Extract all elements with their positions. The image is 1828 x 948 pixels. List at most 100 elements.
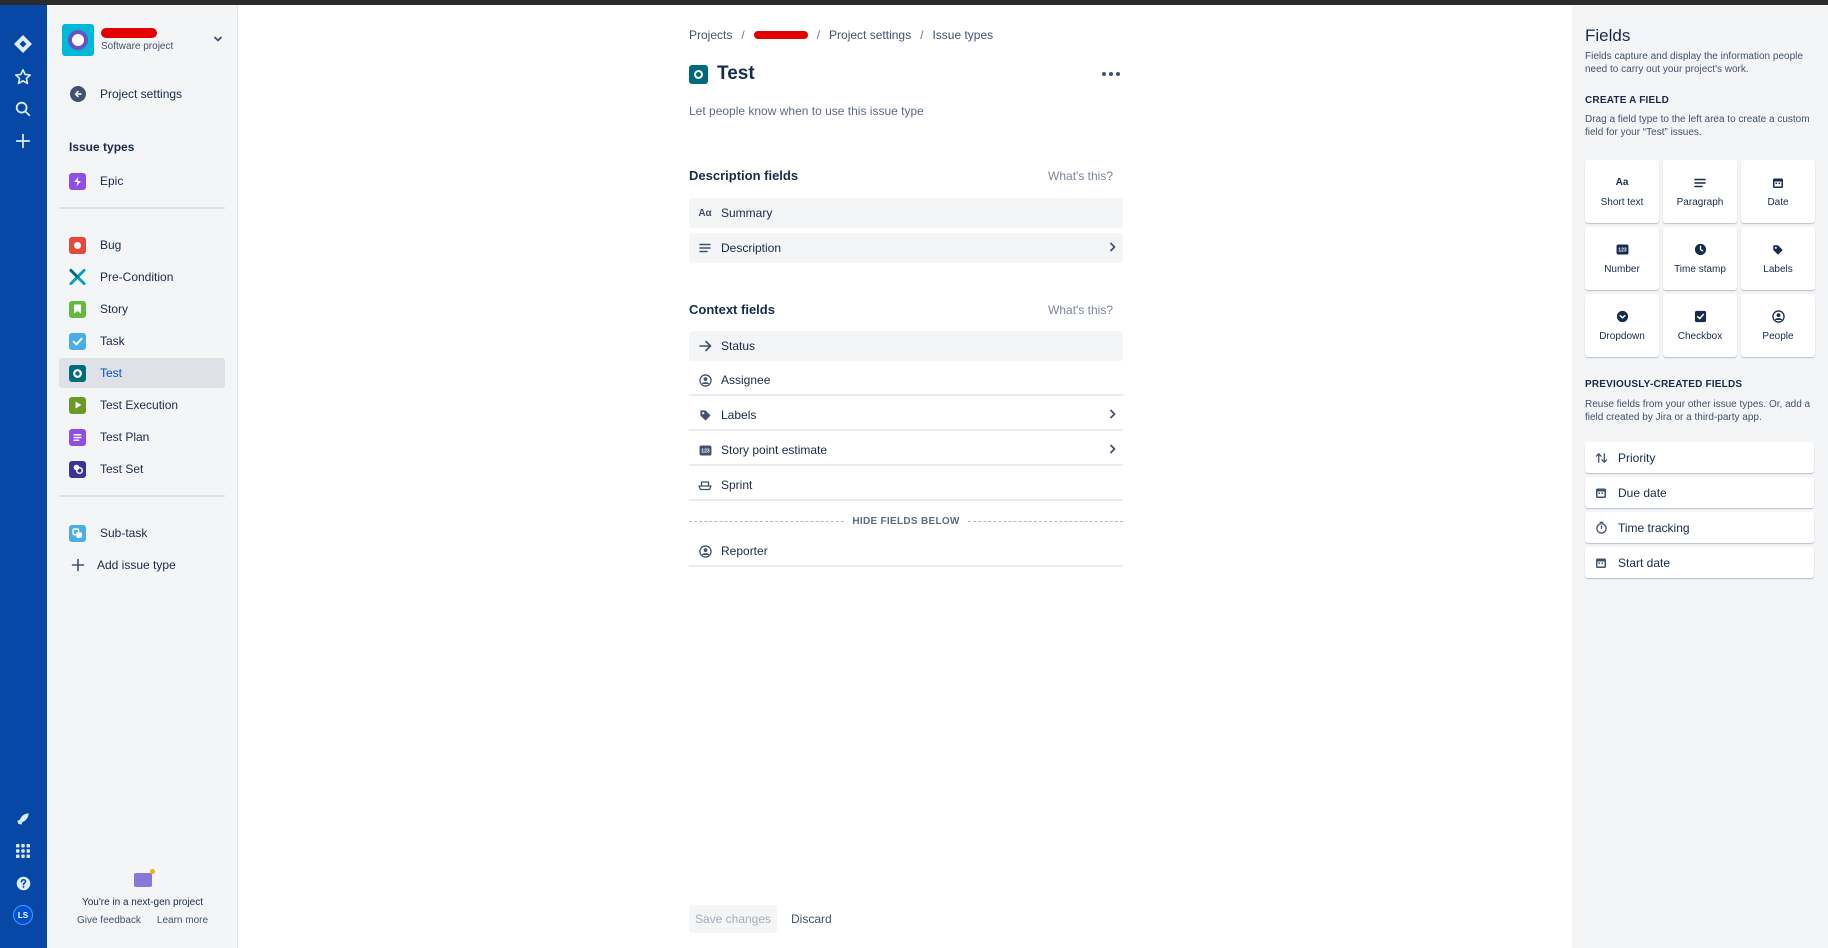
breadcrumb-projects[interactable]: Projects	[689, 28, 732, 42]
create-icon[interactable]	[8, 126, 38, 156]
project-type-label: Software project	[101, 41, 174, 52]
person-icon	[697, 543, 713, 559]
jira-logo-icon[interactable]	[8, 29, 38, 59]
sidebar-item-task[interactable]: Task	[59, 326, 225, 356]
discard-button[interactable]: Discard	[785, 905, 838, 933]
search-icon[interactable]	[8, 94, 38, 124]
field-type-people[interactable]: People	[1741, 294, 1815, 357]
sidebar-item-label: Epic	[100, 174, 124, 188]
whats-this-link[interactable]: What's this?	[1048, 303, 1123, 317]
sidebar-item-test-execution[interactable]: Test Execution	[59, 390, 225, 420]
issue-type-description-input[interactable]: Let people know when to use this issue t…	[689, 104, 924, 118]
previous-field-due-date[interactable]: Due date	[1585, 477, 1814, 508]
sidebar-item-test-plan[interactable]: Test Plan	[59, 422, 225, 452]
starred-icon[interactable]	[8, 62, 38, 92]
number-icon: 123	[697, 442, 713, 458]
field-row-labels[interactable]: Labels	[689, 401, 1123, 431]
svg-text:123: 123	[701, 448, 710, 454]
field-type-short-text[interactable]: Aa Short text	[1585, 160, 1659, 223]
rocket-icon[interactable]	[8, 804, 38, 834]
add-issue-type-label: Add issue type	[97, 558, 176, 572]
sidebar-item-test[interactable]: Test	[59, 358, 225, 388]
tag-icon	[697, 407, 713, 423]
chevron-right-icon	[1103, 408, 1123, 422]
field-row-story-point-estimate[interactable]: 123 Story point estimate	[689, 436, 1123, 466]
sidebar-item-bug[interactable]: Bug	[59, 230, 225, 260]
project-switcher[interactable]: Software project	[62, 23, 224, 57]
epic-icon	[69, 172, 86, 190]
sidebar-item-label: Story	[100, 302, 129, 316]
bug-icon	[69, 236, 86, 254]
main-content: Projects / / Project settings / Issue ty…	[238, 5, 1572, 948]
divider	[59, 207, 225, 209]
field-type-dropdown[interactable]: Dropdown	[1585, 294, 1659, 357]
fields-panel-intro: Fields capture and display the informati…	[1585, 51, 1803, 75]
back-label: Project settings	[100, 87, 183, 101]
sidebar-item-label: Test Execution	[100, 398, 179, 412]
page-title[interactable]: Test	[717, 63, 1099, 85]
field-row-status[interactable]: Status	[689, 331, 1123, 361]
field-type-date[interactable]: Date	[1741, 160, 1815, 223]
task-icon	[69, 332, 86, 350]
fields-panel-title: Fields	[1585, 26, 1631, 45]
arrow-left-icon	[70, 86, 86, 102]
save-changes-button[interactable]: Save changes	[689, 905, 777, 933]
next-gen-text: You're in a next-gen project	[81, 897, 204, 908]
field-type-paragraph[interactable]: Paragraph	[1663, 160, 1737, 223]
back-to-project-settings[interactable]: Project settings	[70, 83, 182, 105]
field-row-summary[interactable]: Aα Summary	[689, 198, 1123, 228]
previous-field-time-tracking[interactable]: Time tracking	[1585, 512, 1814, 543]
test-plan-icon	[69, 428, 86, 446]
learn-more-link[interactable]: Learn more	[157, 915, 208, 926]
more-actions-button[interactable]	[1099, 64, 1123, 84]
previous-field-start-date[interactable]: Start date	[1585, 547, 1814, 578]
sprint-icon	[697, 477, 713, 493]
previous-field-priority[interactable]: Priority	[1585, 442, 1814, 473]
paragraph-icon	[697, 240, 713, 256]
sidebar-item-sub-task[interactable]: Sub-task	[59, 518, 225, 548]
previously-created-description: Reuse fields from your other issue types…	[1585, 399, 1811, 423]
svg-text:123: 123	[1618, 248, 1627, 254]
calendar-icon	[1594, 556, 1608, 570]
global-nav: LS	[0, 5, 47, 948]
checkbox-icon	[1694, 310, 1707, 324]
field-type-labels[interactable]: Labels	[1741, 227, 1815, 290]
sidebar-item-epic[interactable]: Epic	[59, 166, 225, 196]
test-execution-icon	[69, 396, 86, 414]
field-type-checkbox[interactable]: Checkbox	[1663, 294, 1737, 357]
sidebar-item-test-set[interactable]: Test Set	[59, 454, 225, 484]
sidebar-item-pre-condition[interactable]: Pre-Condition	[59, 262, 225, 292]
person-icon	[697, 372, 713, 388]
story-icon	[69, 300, 86, 318]
test-set-icon	[69, 460, 86, 478]
give-feedback-link[interactable]: Give feedback	[77, 915, 141, 926]
field-row-assignee[interactable]: Assignee	[689, 366, 1123, 396]
test-icon	[689, 64, 708, 84]
sidebar-item-label: Test Plan	[100, 430, 150, 444]
sidebar-item-label: Pre-Condition	[100, 270, 174, 284]
field-type-time-stamp[interactable]: Time stamp	[1663, 227, 1737, 290]
next-gen-footer: You're in a next-gen project Give feedba…	[47, 869, 238, 926]
breadcrumb-project-settings[interactable]: Project settings	[829, 28, 911, 42]
dropdown-icon	[1616, 310, 1629, 324]
fields-panel: Fields Fields capture and display the in…	[1572, 5, 1828, 948]
chevron-down-icon	[212, 34, 224, 47]
sidebar-item-story[interactable]: Story	[59, 294, 225, 324]
breadcrumb-issue-types[interactable]: Issue types	[932, 28, 993, 42]
whats-this-link[interactable]: What's this?	[1048, 169, 1123, 183]
tag-icon	[1772, 243, 1784, 257]
field-type-number[interactable]: 123 Number	[1585, 227, 1659, 290]
breadcrumb-project-redacted[interactable]	[753, 31, 808, 39]
user-avatar[interactable]: LS	[8, 900, 38, 930]
field-row-reporter[interactable]: Reporter	[689, 537, 1123, 567]
priority-icon	[1594, 451, 1608, 465]
sidebar-item-label: Test Set	[100, 462, 144, 476]
add-issue-type-button[interactable]: Add issue type	[59, 550, 225, 580]
arrow-right-icon	[697, 338, 713, 354]
field-row-sprint[interactable]: Sprint	[689, 471, 1123, 501]
description-fields-heading: Description fields	[689, 168, 799, 183]
help-icon[interactable]	[8, 868, 38, 898]
app-switcher-icon[interactable]	[8, 836, 38, 866]
person-icon	[1771, 310, 1785, 324]
field-row-description[interactable]: Description	[689, 233, 1123, 263]
